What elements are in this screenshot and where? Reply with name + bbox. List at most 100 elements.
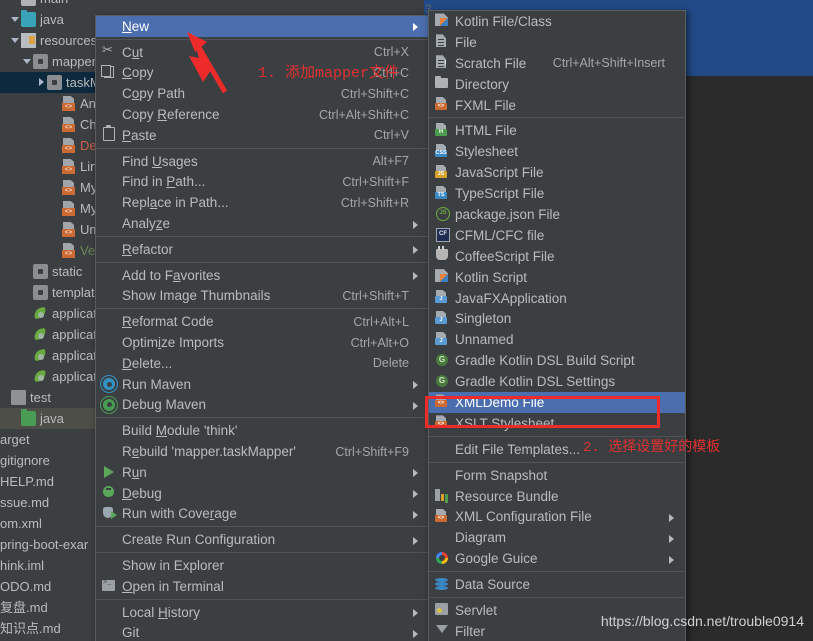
new-file-submenu[interactable]: Kotlin File/Class File Scratch File Ctrl+Al… xyxy=(428,10,686,641)
menu-item-unnamed[interactable]: J Unnamed xyxy=(429,329,685,350)
tree-twisty-down-icon[interactable] xyxy=(10,30,21,51)
tree-item-myba[interactable]: Myba xyxy=(0,198,96,219)
tree-item-applicat[interactable]: applicat xyxy=(0,345,96,366)
tree-file-知识点-md[interactable]: 知识点.md xyxy=(0,618,96,639)
tree-item-main[interactable]: main xyxy=(0,0,96,9)
node-icon xyxy=(431,204,453,224)
menu-item-fxml-file[interactable]: <> FXML File xyxy=(429,95,685,116)
tree-item-applicat[interactable]: applicat xyxy=(0,366,96,387)
tree-item-myba[interactable]: Myba xyxy=(0,177,96,198)
menu-item-debug-maven[interactable]: Debug Maven xyxy=(96,395,429,416)
menu-item-kotlin-script[interactable]: Kotlin Script xyxy=(429,267,685,288)
menu-item-data-source[interactable]: Data Source xyxy=(429,574,685,595)
tree-item-test[interactable]: test xyxy=(0,387,96,408)
tree-item-label: applicat xyxy=(52,348,96,363)
menu-item-package-json-file[interactable]: package.json File xyxy=(429,204,685,225)
menu-item-typescript-file[interactable]: TS TypeScript File xyxy=(429,183,685,204)
tree-item-label: template xyxy=(52,285,96,300)
menu-item-javafxapplication[interactable]: J JavaFXApplication xyxy=(429,288,685,309)
tree-item-linem[interactable]: LineM xyxy=(0,156,96,177)
tree-file-arget[interactable]: arget xyxy=(0,429,96,450)
menu-item-html-file[interactable]: H HTML File xyxy=(429,120,685,141)
menu-item-javascript-file[interactable]: JS JavaScript File xyxy=(429,162,685,183)
menu-item-add-to-favorites[interactable]: Add to Favorites xyxy=(96,265,429,286)
tree-item-deliv[interactable]: Deliv xyxy=(0,135,96,156)
menu-item-refactor[interactable]: Refactor xyxy=(96,239,429,260)
tree-twisty-down-icon[interactable] xyxy=(22,51,33,72)
tree-item-applicat[interactable]: applicat xyxy=(0,303,96,324)
menu-item-build-module-think[interactable]: Build Module 'think' xyxy=(96,420,429,441)
menu-item-optimize-imports[interactable]: Optimize Imports Ctrl+Alt+O xyxy=(96,332,429,353)
tree-twisty-down-icon[interactable] xyxy=(10,9,21,30)
menu-item-create-run-configuration[interactable]: Create Run Configuration xyxy=(96,529,429,550)
menu-item-directory[interactable]: Directory xyxy=(429,74,685,95)
menu-item-paste[interactable]: Paste Ctrl+V xyxy=(96,125,429,146)
tree-item-taskm[interactable]: taskM xyxy=(0,72,96,93)
menu-item-find-in-path[interactable]: Find in Path... Ctrl+Shift+F xyxy=(96,172,429,193)
menu-item-replace-in-path[interactable]: Replace in Path... Ctrl+Shift+R xyxy=(96,192,429,213)
menu-item-google-guice[interactable]: Google Guice xyxy=(429,548,685,569)
tree-file-help-md[interactable]: HELP.md xyxy=(0,471,96,492)
tree-twisty-right-icon[interactable] xyxy=(36,72,47,93)
menu-item-stylesheet[interactable]: CSS Stylesheet xyxy=(429,141,685,162)
tree-item-template[interactable]: template xyxy=(0,282,96,303)
menu-item-scratch-file[interactable]: Scratch File Ctrl+Alt+Shift+Insert xyxy=(429,53,685,74)
menu-item-rebuild-mapper-taskmapper[interactable]: Rebuild 'mapper.taskMapper' Ctrl+Shift+F9 xyxy=(96,441,429,462)
menu-item-label: TypeScript File xyxy=(455,186,545,202)
menu-item-shortcut: Ctrl+V xyxy=(373,128,409,143)
tree-item-static[interactable]: static xyxy=(0,261,96,282)
tree-item-mapper[interactable]: mapper xyxy=(0,51,96,72)
menu-item-singleton[interactable]: J Singleton xyxy=(429,308,685,329)
menu-item-git[interactable]: Git xyxy=(96,623,429,641)
tree-item-chan[interactable]: Chan xyxy=(0,114,96,135)
menu-item-show-in-explorer[interactable]: Show in Explorer xyxy=(96,555,429,576)
tree-file-复盘-md[interactable]: 复盘.md xyxy=(0,597,96,618)
tree-item-java[interactable]: java xyxy=(0,408,96,429)
menu-item-kotlin-file-class[interactable]: Kotlin File/Class xyxy=(429,11,685,32)
tree-item-umsl[interactable]: Umsl xyxy=(0,219,96,240)
tree-file-pring-boot-exar[interactable]: pring-boot-exar xyxy=(0,534,96,555)
menu-item-show-image-thumbnails[interactable]: Show Image Thumbnails Ctrl+Shift+T xyxy=(96,286,429,307)
menu-item-gradle-kotlin-dsl-settings[interactable]: Gradle Kotlin DSL Settings xyxy=(429,371,685,392)
menu-item-open-in-terminal[interactable]: Open in Terminal xyxy=(96,576,429,597)
tree-item-resources[interactable]: resources xyxy=(0,30,96,51)
menu-item-find-usages[interactable]: Find Usages Alt+F7 xyxy=(96,151,429,172)
tree-file-gitignore[interactable]: gitignore xyxy=(0,450,96,471)
tree-item-analy[interactable]: Analy xyxy=(0,93,96,114)
menu-item-run-with-coverage[interactable]: Run with Coverage xyxy=(96,504,429,525)
menu-item-analyze[interactable]: Analyze xyxy=(96,213,429,234)
tree-file-ssue-md[interactable]: ssue.md xyxy=(0,492,96,513)
menu-item-coffeescript-file[interactable]: CoffeeScript File xyxy=(429,246,685,267)
menu-item-resource-bundle[interactable]: Resource Bundle xyxy=(429,486,685,507)
tree-twisty-none-icon xyxy=(50,114,61,135)
menu-item-delete[interactable]: Delete... Delete xyxy=(96,353,429,374)
menu-item-gradle-kotlin-dsl-build-script[interactable]: Gradle Kotlin DSL Build Script xyxy=(429,350,685,371)
menu-item-diagram[interactable]: Diagram xyxy=(429,527,685,548)
menu-item-file[interactable]: File xyxy=(429,32,685,53)
menu-item-xml-configuration-file[interactable]: <> XML Configuration File xyxy=(429,506,685,527)
menu-item-debug[interactable]: Debug xyxy=(96,483,429,504)
tree-item-java[interactable]: java xyxy=(0,9,96,30)
filter-icon xyxy=(431,621,453,641)
project-tree-sidebar[interactable]: main java resources mapper taskM Analy Chan Del… xyxy=(0,0,96,641)
menu-item-local-history[interactable]: Local History xyxy=(96,602,429,623)
kotlin-script-icon xyxy=(431,267,453,287)
menu-item-run-maven[interactable]: Run Maven xyxy=(96,374,429,395)
tree-item-vehic[interactable]: Vehic xyxy=(0,240,96,261)
tree-file-hink-iml[interactable]: hink.iml xyxy=(0,555,96,576)
menu-item-shortcut: Ctrl+Alt+O xyxy=(350,335,409,350)
java-file-icon: J xyxy=(431,288,453,308)
tree-file-odo-md[interactable]: ODO.md xyxy=(0,576,96,597)
menu-item-label: Stylesheet xyxy=(455,144,519,160)
menu-item-cfml-cfc-file[interactable]: CFML/CFC file xyxy=(429,225,685,246)
menu-item-reformat-code[interactable]: Reformat Code Ctrl+Alt+L xyxy=(96,311,429,332)
tree-item-label: test xyxy=(30,390,51,405)
tree-file-om-xml[interactable]: om.xml xyxy=(0,513,96,534)
menu-item-run[interactable]: Run xyxy=(96,462,429,483)
menu-item-label: Open in Terminal xyxy=(122,578,224,594)
menu-item-form-snapshot[interactable]: Form Snapshot xyxy=(429,465,685,486)
menu-separator xyxy=(429,117,685,119)
tree-item-applicat[interactable]: applicat xyxy=(0,324,96,345)
